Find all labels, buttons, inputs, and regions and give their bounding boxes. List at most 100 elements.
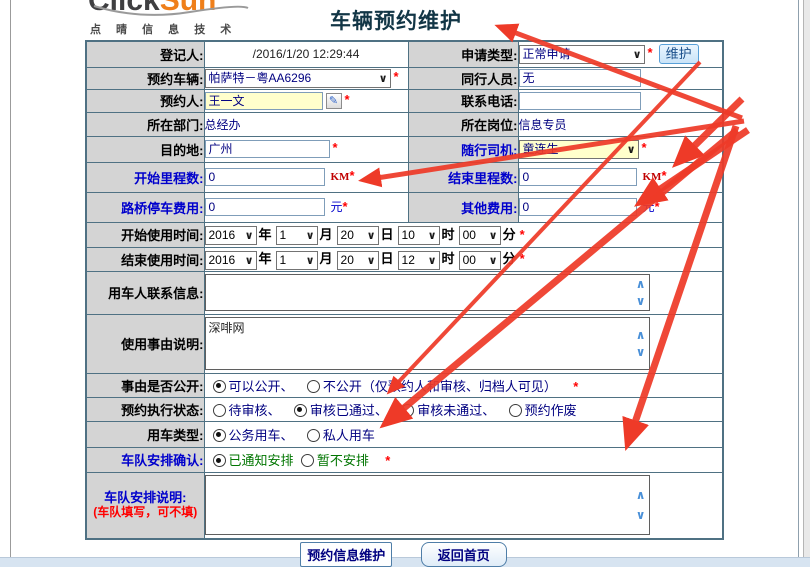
person-picker-icon[interactable]: ✎ bbox=[326, 93, 342, 109]
chevron-down-icon: ∨ bbox=[489, 253, 498, 269]
radio-public-yes[interactable] bbox=[213, 380, 226, 393]
destination-input[interactable]: 广州 bbox=[205, 140, 330, 158]
label-start-time: 开始使用时间: bbox=[86, 222, 204, 247]
unit-year: 年 bbox=[259, 251, 272, 266]
back-home-button[interactable]: 返回首页 bbox=[421, 542, 507, 567]
radio-label: 公务用车、 bbox=[229, 428, 294, 443]
driver-select[interactable]: 童连生∨ bbox=[519, 140, 639, 159]
label-usage-reason: 使用事由说明: bbox=[86, 314, 204, 373]
logo-tagline: 点 晴 信 息 技 术 bbox=[90, 21, 237, 36]
radio-status-voided[interactable] bbox=[509, 404, 522, 417]
reserver-input[interactable]: 王一文 bbox=[205, 92, 323, 110]
radio-public-no[interactable] bbox=[307, 380, 320, 393]
start-mileage-input[interactable]: 0 bbox=[205, 168, 325, 186]
label-registrant: 登记人: bbox=[86, 41, 204, 67]
radio-status-approved[interactable] bbox=[294, 404, 307, 417]
label-position: 所在岗位: bbox=[408, 112, 518, 136]
scroll-up-icon[interactable]: ∧ bbox=[636, 330, 646, 340]
submit-reservation-button[interactable]: 预约信息维护 bbox=[300, 542, 392, 567]
required-asterisk: * bbox=[661, 168, 666, 183]
scroll-down-icon[interactable]: ∨ bbox=[636, 347, 646, 357]
start-minute-select[interactable]: 00 ∨ bbox=[459, 226, 501, 245]
start-day-value: 20 bbox=[341, 228, 354, 242]
chevron-down-icon: ∨ bbox=[489, 228, 498, 244]
toll-fee-input[interactable]: 0 bbox=[205, 198, 325, 216]
start-month-select[interactable]: 1∨ bbox=[276, 226, 318, 245]
phone-input[interactable] bbox=[519, 92, 641, 110]
required-asterisk: * bbox=[655, 199, 660, 214]
logo-mouse-cord-icon bbox=[90, 0, 250, 20]
chevron-down-icon: ∨ bbox=[306, 228, 315, 244]
unit-yuan: 元 bbox=[643, 200, 655, 214]
radio-label: 审核未通过、 bbox=[417, 403, 495, 418]
usage-reason-text: 深啡网 bbox=[209, 321, 245, 335]
end-year-value: 2016 bbox=[209, 253, 236, 267]
label-department: 所在部门: bbox=[86, 112, 204, 136]
page-right-gutter bbox=[803, 0, 810, 567]
end-mileage-input[interactable]: 0 bbox=[519, 168, 637, 186]
chevron-down-icon: ∨ bbox=[428, 228, 437, 244]
chevron-down-icon: ∨ bbox=[306, 253, 315, 269]
unit-year: 年 bbox=[259, 227, 272, 242]
scroll-up-icon[interactable]: ∧ bbox=[636, 279, 646, 289]
required-asterisk: * bbox=[345, 92, 350, 107]
label-start-mileage: 开始里程数: bbox=[86, 162, 204, 192]
scroll-up-icon[interactable]: ∧ bbox=[636, 490, 646, 500]
end-year-select[interactable]: 2016 ∨ bbox=[205, 251, 257, 270]
end-month-select[interactable]: 1∨ bbox=[276, 251, 318, 270]
end-day-value: 20 bbox=[341, 253, 354, 267]
other-fee-input[interactable]: 0 bbox=[519, 198, 637, 216]
unit-km: KM bbox=[331, 171, 350, 183]
scroll-down-icon[interactable]: ∨ bbox=[636, 296, 646, 306]
chevron-down-icon: ∨ bbox=[245, 253, 254, 269]
label-driver: 随行司机: bbox=[408, 136, 518, 162]
start-minute-value: 00 bbox=[463, 228, 476, 242]
end-hour-select[interactable]: 12∨ bbox=[398, 251, 440, 270]
apply-type-select[interactable]: 正常申请∨ bbox=[519, 45, 645, 64]
radio-label: 待审核、 bbox=[229, 403, 281, 418]
end-day-select[interactable]: 20∨ bbox=[337, 251, 379, 270]
user-contact-textarea[interactable]: ∧ ∨ bbox=[205, 274, 650, 311]
department-value: 总经办 bbox=[205, 118, 241, 132]
fleet-note-textarea[interactable]: ∧ ∨ bbox=[205, 475, 650, 535]
scroll-down-icon[interactable]: ∨ bbox=[636, 510, 646, 520]
start-hour-value: 10 bbox=[402, 228, 415, 242]
label-toll-fee: 路桥停车费用: bbox=[86, 192, 204, 222]
radio-fleet-notified[interactable] bbox=[213, 454, 226, 467]
required-asterisk: * bbox=[343, 199, 348, 214]
label-fleet-note: 车队安排说明: bbox=[87, 490, 204, 505]
radio-status-rejected[interactable] bbox=[401, 404, 414, 417]
radio-status-pending[interactable] bbox=[213, 404, 226, 417]
unit-day: 日 bbox=[381, 227, 394, 242]
unit-hour: 时 bbox=[442, 227, 455, 242]
maintain-button[interactable]: 维护 bbox=[659, 44, 699, 64]
companions-input[interactable]: 无 bbox=[519, 69, 641, 87]
reservation-form-table: 登记人: /2016/1/20 12:29:44 申请类型: 正常申请∨*维护 … bbox=[85, 40, 724, 540]
chevron-down-icon: ∨ bbox=[367, 228, 376, 244]
start-month-value: 1 bbox=[280, 228, 287, 242]
vehicle-select[interactable]: 帕萨特－粤AA6296∨ bbox=[205, 69, 391, 88]
start-year-select[interactable]: 2016∨ bbox=[205, 226, 257, 245]
end-minute-select[interactable]: 00∨ bbox=[459, 251, 501, 270]
chevron-down-icon: ∨ bbox=[428, 253, 437, 269]
required-asterisk: * bbox=[648, 45, 653, 60]
radio-use-private[interactable] bbox=[307, 429, 320, 442]
label-phone: 联系电话: bbox=[408, 89, 518, 112]
unit-hour: 时 bbox=[442, 251, 455, 266]
label-companions: 同行人员: bbox=[408, 67, 518, 89]
radio-label: 私人用车 bbox=[323, 428, 375, 443]
required-asterisk: * bbox=[642, 140, 647, 155]
apply-type-value: 正常申请 bbox=[523, 47, 571, 61]
radio-fleet-not-arranged[interactable] bbox=[301, 454, 314, 467]
required-asterisk: * bbox=[394, 69, 399, 84]
required-asterisk: * bbox=[520, 251, 525, 266]
start-day-select[interactable]: 20 ∨ bbox=[337, 226, 379, 245]
start-hour-select[interactable]: 10 ∨ bbox=[398, 226, 440, 245]
chevron-down-icon: ∨ bbox=[627, 142, 636, 158]
vehicle-reservation-page: ClickSun 点 晴 信 息 技 术 车辆预约维护 登记人: /2016/1… bbox=[0, 0, 810, 567]
radio-use-business[interactable] bbox=[213, 429, 226, 442]
clicksun-logo: ClickSun 点 晴 信 息 技 术 bbox=[88, 0, 258, 36]
label-destination: 目的地: bbox=[86, 136, 204, 162]
unit-month: 月 bbox=[320, 251, 333, 266]
usage-reason-textarea[interactable]: 深啡网 ∧ ∨ bbox=[205, 317, 650, 370]
